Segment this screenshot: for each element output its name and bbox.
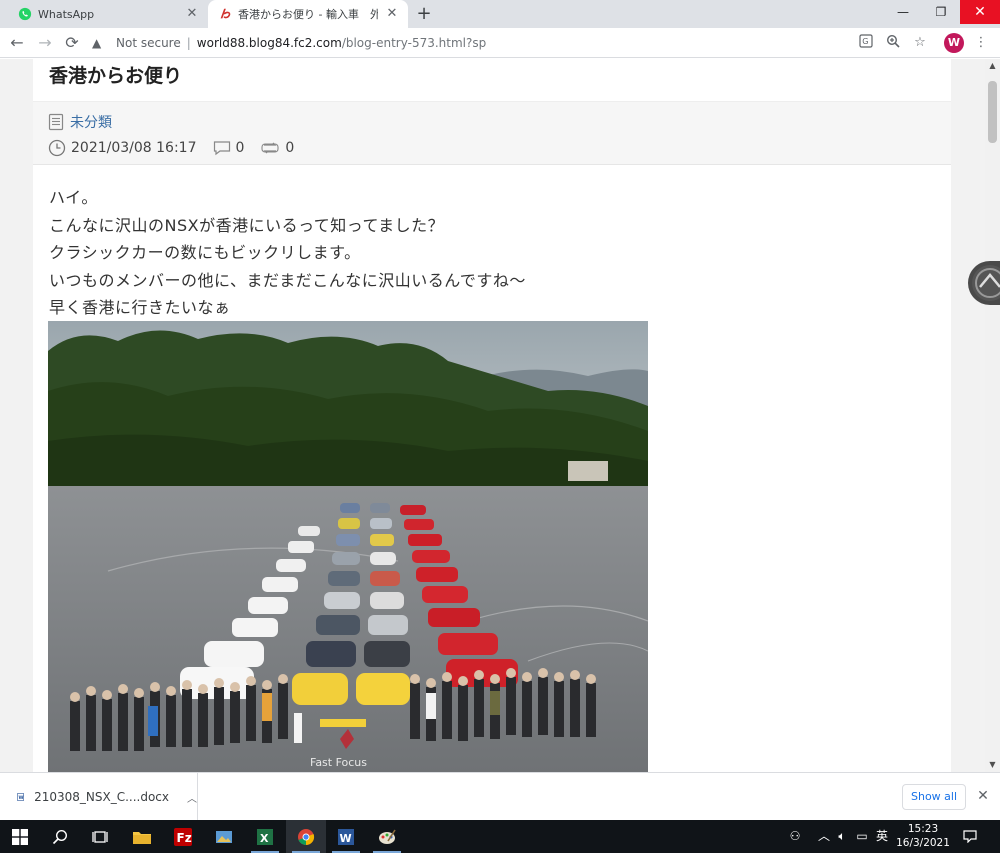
chevron-up-icon[interactable]: ︿ (816, 820, 832, 853)
scroll-up-arrow-icon[interactable]: ▲ (985, 59, 1000, 73)
tab-blog[interactable]: 香港からお便り - 輸入車 外車 ✕ (208, 0, 408, 28)
chrome-button[interactable] (286, 820, 326, 853)
svg-text:W: W (19, 795, 24, 801)
translate-icon[interactable]: G (857, 34, 875, 52)
tab-strip: WhatsApp ✕ 香港からお便り - 輸入車 外車 ✕ + — ❐ ✕ (0, 0, 1000, 28)
profile-avatar[interactable]: W (944, 33, 964, 53)
svg-text:Fz: Fz (177, 831, 192, 845)
trackback-icon[interactable] (260, 140, 280, 156)
excel-button[interactable]: X (245, 820, 285, 853)
body-line: クラシックカーの数にもビックリします。 (49, 243, 361, 262)
scroll-down-arrow-icon[interactable]: ▼ (985, 758, 1000, 772)
url-host: world88.blog84.fc2.com (196, 36, 342, 50)
picture-app-icon (216, 830, 232, 843)
chevron-up-icon[interactable]: ︿ (187, 790, 197, 805)
security-label: Not secure (116, 36, 181, 50)
start-button[interactable] (0, 820, 40, 853)
body-line: ハイ。 (49, 188, 98, 207)
svg-text:G: G (862, 37, 868, 46)
show-all-button[interactable]: Show all (902, 784, 966, 810)
body-line: こんなに沢山のNSXが香港にいるって知ってました？ (49, 215, 445, 235)
warning-icon: ▲ (92, 36, 102, 50)
clock-date: 16/3/2021 (896, 837, 950, 849)
post-meta: 未分類 2021/03/08 16:17 0 0 (33, 101, 951, 165)
file-explorer-button[interactable] (122, 820, 162, 853)
volume-icon[interactable]: 🔈︎ (834, 820, 850, 853)
page-viewport: 香港からお便り 未分類 2021/03/08 16:17 0 0 ハイ。 こんな… (0, 59, 985, 772)
download-item[interactable]: W 210308_NSX_C....docx ︿ (0, 773, 198, 821)
comment-count[interactable]: 0 (236, 140, 245, 156)
filezilla-button[interactable]: Fz (163, 820, 203, 853)
zoom-icon[interactable] (884, 34, 902, 52)
whatsapp-icon (18, 7, 32, 21)
search-button[interactable] (40, 820, 80, 853)
download-shelf: W 210308_NSX_C....docx ︿ Show all ✕ (0, 772, 1000, 821)
address-bar[interactable]: ▲ Not secure | world88.blog84.fc2.com/bl… (92, 31, 942, 55)
svg-text:W: W (340, 832, 352, 845)
photo-watermark: Fast Focus (310, 756, 367, 769)
system-clock[interactable]: 15:23 16/3/2021 (888, 822, 958, 850)
tab-whatsapp[interactable]: WhatsApp ✕ (8, 0, 208, 28)
filezilla-icon: Fz (174, 827, 192, 846)
post-datetime: 2021/03/08 16:17 (71, 140, 197, 156)
trackback-count[interactable]: 0 (285, 140, 294, 156)
clock-time: 15:23 (907, 823, 939, 835)
task-view-icon (92, 830, 108, 843)
comment-icon[interactable] (213, 140, 231, 156)
browser-toolbar: ← → ⟳ ▲ Not secure | world88.blog84.fc2.… (0, 28, 1000, 58)
scroll-thumb[interactable] (988, 81, 997, 143)
folder-icon (133, 831, 151, 844)
word-icon: W (338, 828, 354, 845)
app-button[interactable] (204, 820, 244, 853)
excel-icon: X (257, 828, 273, 845)
network-icon[interactable]: ▭ (854, 820, 870, 853)
notification-icon[interactable] (960, 820, 980, 853)
blog-post: 香港からお便り 未分類 2021/03/08 16:17 0 0 ハイ。 こんな… (33, 59, 951, 772)
separator: | (186, 36, 191, 50)
download-file-name: 210308_NSX_C....docx (34, 790, 169, 804)
paint-button[interactable] (367, 820, 407, 853)
word-document-icon: W (17, 793, 24, 801)
tab-title: WhatsApp (38, 7, 95, 21)
body-line: いつものメンバーの他に、まだまだこんなに沢山いるんですね〜 (49, 270, 526, 290)
paint-icon (379, 829, 396, 844)
svg-text:X: X (260, 832, 269, 845)
reload-button[interactable]: ⟳ (61, 32, 83, 54)
document-icon (48, 113, 64, 131)
category-label: 未分類 (70, 115, 112, 131)
post-photo[interactable]: Fast Focus (48, 321, 648, 772)
people-icon[interactable]: ⚇ (786, 820, 804, 853)
post-dateline: 2021/03/08 16:17 0 0 (48, 139, 294, 157)
fc2-favicon-icon (220, 8, 231, 19)
close-download-shelf-icon[interactable]: ✕ (974, 787, 992, 805)
word-button[interactable]: W (326, 820, 366, 853)
post-title: 香港からお便り (49, 65, 183, 87)
post-body: ハイ。 こんなに沢山のNSXが香港にいるって知ってました？ クラシックカーの数に… (49, 184, 526, 322)
tab-title: 香港からお便り - 輸入車 外車 (238, 8, 378, 21)
task-view-button[interactable] (80, 820, 120, 853)
clock-icon (48, 139, 66, 157)
close-window-button[interactable]: ✕ (960, 0, 1000, 24)
windows-taskbar: Fz X W ⚇ ︿ 🔈︎ ▭ 英 15:23 16/3/2021 (0, 820, 1000, 853)
close-tab-icon[interactable]: ✕ (384, 6, 400, 22)
chrome-icon (298, 828, 315, 845)
bookmark-star-icon[interactable]: ☆ (911, 34, 929, 52)
restore-button[interactable]: ❐ (922, 0, 960, 24)
page-scrollbar[interactable]: ▲ ▼ (985, 59, 1000, 772)
url-path: /blog-entry-573.html?sp (341, 36, 487, 50)
new-tab-button[interactable]: + (414, 4, 434, 24)
minimize-button[interactable]: — (884, 0, 922, 24)
forward-button[interactable]: → (34, 32, 56, 54)
menu-icon[interactable]: ⋮ (972, 34, 990, 52)
body-line: 早く香港に行きたいなぁ (49, 298, 231, 317)
category-link[interactable]: 未分類 (48, 112, 112, 132)
back-button[interactable]: ← (6, 32, 28, 54)
windows-logo-icon (12, 828, 28, 845)
close-tab-icon[interactable]: ✕ (184, 6, 200, 22)
search-icon (52, 829, 68, 844)
